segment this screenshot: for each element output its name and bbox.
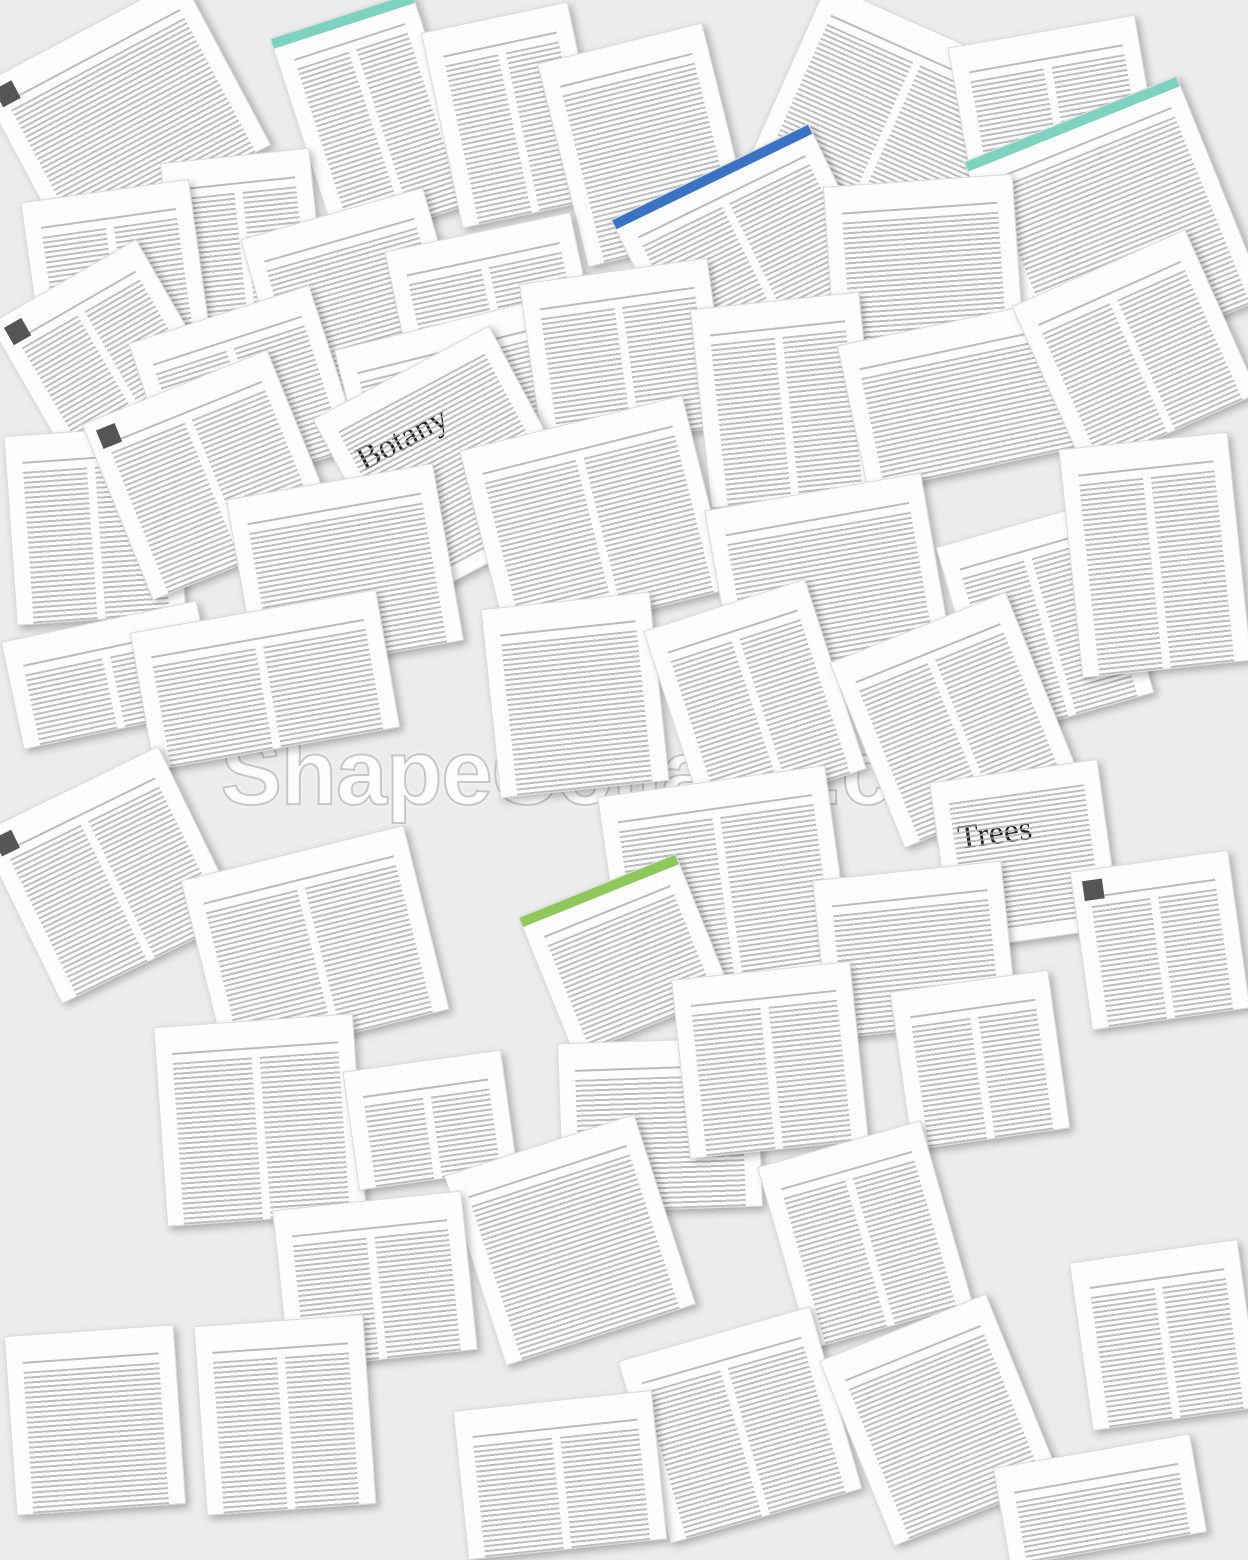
body-text-columns	[911, 1008, 1054, 1149]
text-column	[977, 1008, 1054, 1140]
text-column	[172, 1057, 264, 1227]
text-column	[1090, 1288, 1174, 1430]
body-text-columns	[691, 999, 853, 1159]
title-rule	[22, 1352, 159, 1364]
body-text-columns	[172, 1051, 350, 1227]
text-column	[1162, 1278, 1245, 1420]
publisher-logo-icon	[0, 80, 21, 108]
text-column	[768, 999, 853, 1151]
body-text-columns	[473, 1428, 651, 1560]
text-column	[691, 1007, 776, 1159]
paper-page	[1058, 431, 1248, 679]
paper-page	[153, 1013, 367, 1227]
text-column	[152, 648, 274, 769]
body-text-columns	[1090, 1278, 1245, 1430]
paper-page	[671, 961, 869, 1159]
text-column	[710, 337, 792, 508]
paper-page	[452, 1389, 668, 1560]
paper-page	[480, 591, 670, 799]
text-column	[23, 467, 98, 626]
body-text-columns	[1091, 888, 1234, 1029]
text-column	[374, 1229, 462, 1361]
text-column	[213, 1357, 288, 1516]
text-column	[263, 628, 384, 750]
text-column	[473, 1437, 564, 1560]
publisher-logo-icon	[3, 317, 32, 346]
title-rule	[212, 1342, 349, 1354]
publisher-logo-icon	[96, 422, 123, 450]
body-text-lines	[501, 630, 653, 798]
paper-page	[193, 1314, 377, 1516]
publisher-logo-icon	[1082, 878, 1105, 902]
text-column	[1079, 477, 1164, 678]
paper-page	[3, 1324, 187, 1516]
paper-page	[1068, 1238, 1248, 1432]
text-column	[364, 1097, 435, 1190]
text-column	[259, 1051, 350, 1221]
text-column	[1157, 888, 1234, 1020]
text-column	[284, 1352, 360, 1511]
body-text-columns	[213, 1352, 360, 1516]
text-column	[1091, 897, 1168, 1029]
paper-page	[1069, 849, 1248, 1031]
publisher-logo-icon	[0, 829, 20, 857]
text-column	[560, 1428, 651, 1551]
body-text-lines	[23, 1362, 170, 1516]
body-text-columns	[1079, 470, 1235, 678]
body-text-columns	[644, 1346, 847, 1541]
text-column	[1150, 470, 1235, 670]
